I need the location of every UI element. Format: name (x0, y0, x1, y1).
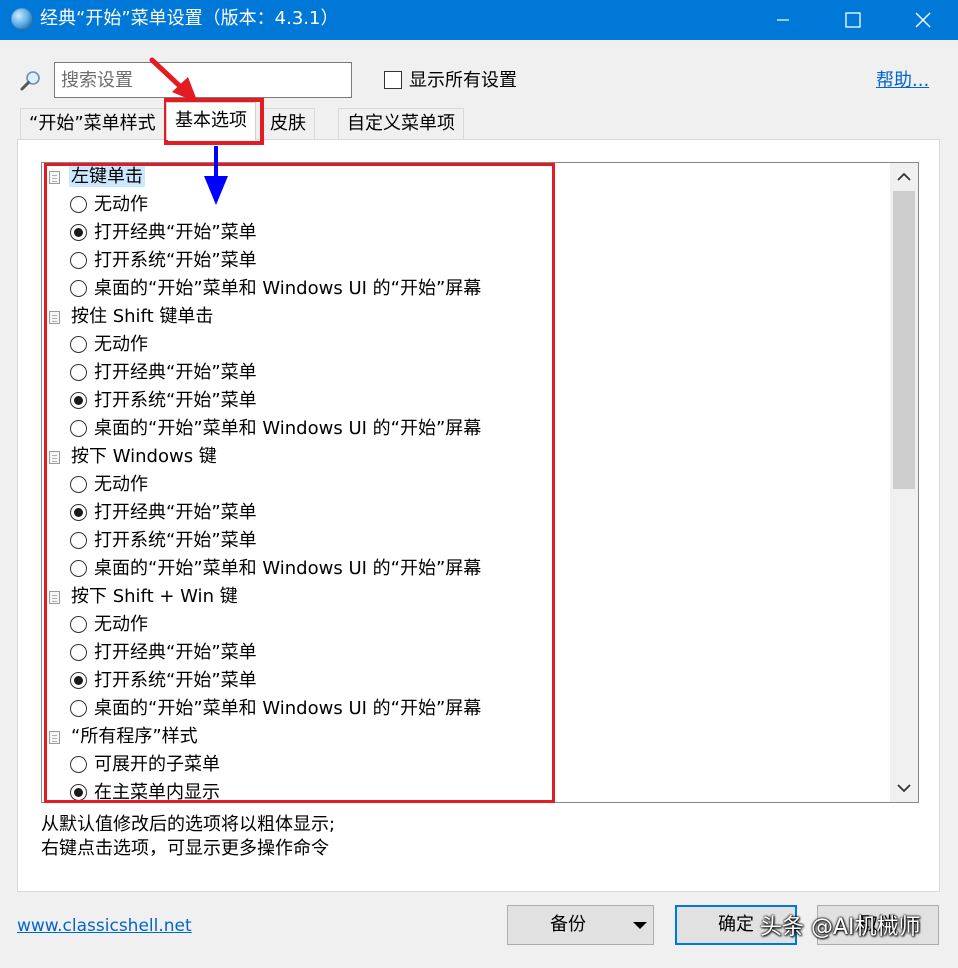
scroll-down-button[interactable] (890, 774, 918, 802)
help-link[interactable]: 帮助... (876, 69, 929, 93)
tab-basic-options[interactable]: 基本选项 (166, 102, 256, 140)
title-bar: 经典“开始”菜单设置（版本：4.3.1） (0, 0, 958, 40)
magnifier-icon (20, 71, 40, 91)
backup-button-label: 备份 (550, 914, 586, 935)
vertical-scrollbar[interactable] (890, 163, 918, 802)
website-link[interactable]: www.classicshell.net (17, 914, 192, 938)
chevron-up-icon (897, 172, 911, 181)
maximize-button[interactable] (818, 0, 888, 40)
close-icon (915, 12, 931, 28)
show-all-settings-label[interactable]: 显示所有设置 (409, 69, 517, 93)
tab-skin[interactable]: 皮肤 (261, 108, 315, 140)
close-button[interactable] (888, 0, 958, 40)
hint-right-click: 右键点击选项，可显示更多操作命令 (41, 838, 329, 859)
tab-custom-menu-items[interactable]: 自定义菜单项 (338, 108, 464, 140)
chevron-down-icon (897, 784, 911, 793)
tab-start-menu-style[interactable]: “开始”菜单样式 (20, 108, 165, 140)
hint-bold-modified: 从默认值修改后的选项将以粗体显示; (41, 814, 336, 835)
highlight-box-settings (44, 163, 555, 803)
app-shell-icon[interactable] (11, 8, 33, 30)
backup-button[interactable]: 备份 (507, 905, 654, 945)
minimize-icon (777, 19, 789, 21)
search-input[interactable] (54, 62, 352, 98)
dropdown-arrow-icon[interactable] (633, 922, 647, 929)
scroll-thumb[interactable] (893, 191, 915, 489)
watermark-text: 头条 @AI机械师 (760, 915, 921, 940)
show-all-settings-checkbox[interactable] (384, 71, 402, 89)
minimize-button[interactable] (748, 0, 818, 40)
maximize-icon (845, 12, 861, 28)
scroll-up-button[interactable] (890, 163, 918, 191)
window-title: 经典“开始”菜单设置（版本：4.3.1） (40, 8, 339, 29)
